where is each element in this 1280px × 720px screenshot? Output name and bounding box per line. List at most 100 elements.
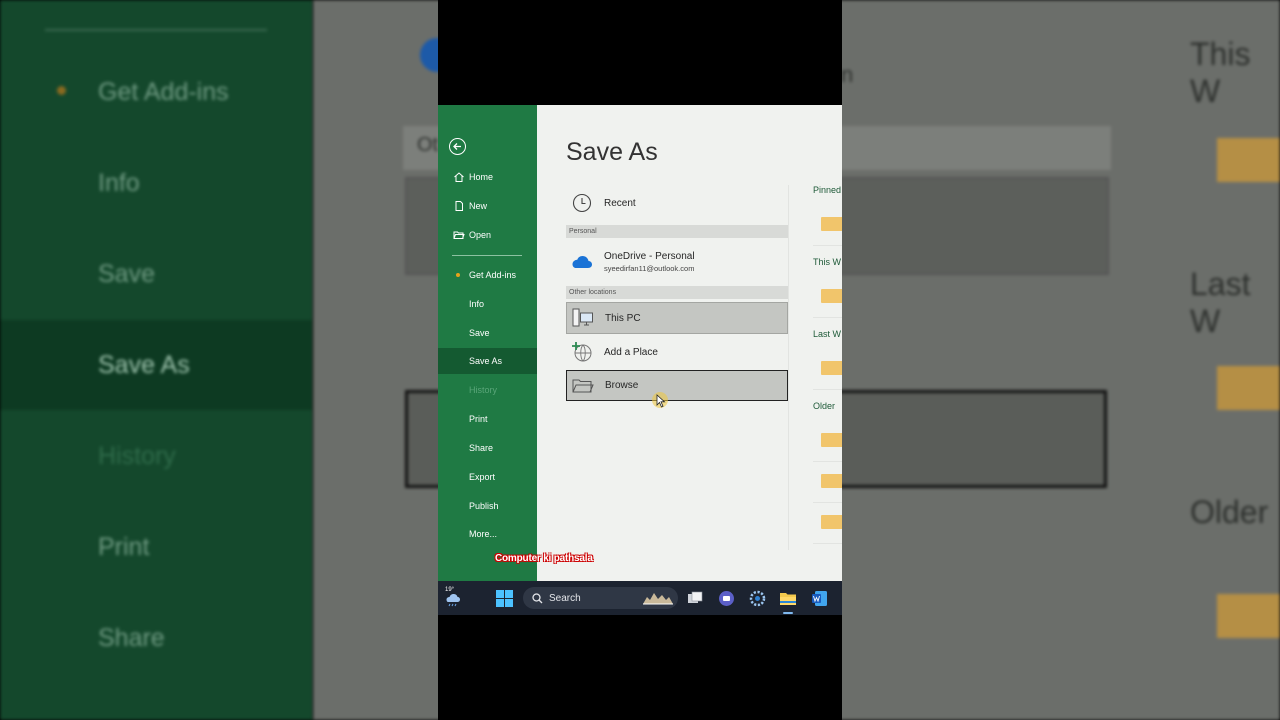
folder-open-icon — [571, 374, 595, 398]
nav-history-label: History — [469, 385, 498, 395]
this-week-divider — [813, 317, 842, 318]
onedrive-title: OneDrive - Personal — [604, 251, 695, 262]
last-week-divider — [813, 389, 842, 390]
bg-share: Share — [98, 624, 165, 652]
nav-export[interactable]: Export — [438, 464, 537, 490]
onedrive-email: syeedirfan11@outlook.com — [604, 264, 695, 273]
nav-publish[interactable]: Publish — [438, 493, 537, 519]
bg-fragment-n: n — [841, 62, 854, 87]
nav-share[interactable]: Share — [438, 435, 537, 461]
folder-icon[interactable] — [821, 515, 842, 529]
weather-temp: 19° — [445, 587, 455, 593]
nav-history: History — [438, 377, 537, 403]
windows-taskbar: 19° Search — [438, 581, 842, 615]
location-browse[interactable]: Browse — [566, 370, 788, 401]
older-divider-1 — [813, 461, 842, 462]
location-this-pc-label: This PC — [605, 312, 641, 324]
active-app-indicator — [783, 612, 793, 614]
pinned-divider — [813, 245, 842, 246]
group-header-other: Other locations — [566, 286, 788, 299]
save-as-panel: Save As Recent Personal OneDrive - Perso… — [537, 105, 842, 581]
screen-capture: Home New Open Get Add-ins Info Save Save… — [438, 0, 842, 720]
cloud-icon — [570, 250, 594, 274]
nav-separator — [452, 255, 522, 256]
nav-more-label: More... — [469, 529, 498, 539]
bg-older: Older — [1190, 494, 1269, 530]
nav-save-as-label: Save As — [469, 356, 503, 366]
nav-open[interactable]: Open — [438, 222, 537, 248]
this-week-header: This W — [813, 257, 841, 267]
nav-new-label: New — [469, 201, 488, 211]
column-divider — [788, 185, 789, 550]
nav-print-label: Print — [469, 414, 488, 424]
nav-save-as[interactable]: Save As — [438, 348, 537, 374]
new-document-icon — [452, 199, 466, 213]
video-frame: Get Add-ins Info Save Save As History Pr… — [0, 0, 1280, 720]
nav-open-label: Open — [469, 230, 492, 240]
home-icon — [452, 170, 466, 184]
taskbar-search-label: Search — [549, 592, 581, 604]
location-add-place[interactable]: Add a Place — [566, 338, 788, 366]
folder-icon[interactable] — [821, 289, 842, 303]
taskbar-search[interactable]: Search — [523, 587, 678, 609]
folder-icon[interactable] — [821, 361, 842, 375]
nav-export-label: Export — [469, 472, 496, 482]
search-icon — [532, 592, 543, 603]
excel-backstage: Home New Open Get Add-ins Info Save Save… — [438, 105, 842, 581]
bg-history: History — [98, 442, 176, 470]
windows-start-icon[interactable] — [495, 589, 513, 607]
location-browse-label: Browse — [605, 380, 639, 391]
older-header: Older — [813, 401, 836, 411]
folder-icon[interactable] — [821, 474, 842, 488]
folder-icon[interactable] — [821, 433, 842, 447]
teams-chat-icon[interactable] — [717, 589, 735, 607]
bg-print: Print — [98, 533, 150, 561]
pinned-header: Pinned — [813, 185, 842, 195]
bg-last-week: Last W — [1190, 266, 1251, 339]
nav-get-addins-label: Get Add-ins — [469, 270, 517, 280]
bg-save: Save — [98, 260, 155, 288]
nav-print[interactable]: Print — [438, 406, 537, 432]
nav-home-label: Home — [469, 172, 494, 182]
bg-save-as: Save As — [98, 351, 190, 379]
nav-save-label: Save — [469, 328, 490, 338]
location-recent-label: Recent — [604, 197, 636, 209]
location-recent[interactable]: Recent — [566, 190, 788, 216]
location-onedrive[interactable]: OneDrive - Personal syeedirfan11@outlook… — [566, 244, 788, 280]
older-divider-2 — [813, 502, 842, 503]
nav-get-addins[interactable]: Get Add-ins — [438, 262, 537, 288]
task-view-icon[interactable] — [686, 589, 704, 607]
globe-add-icon — [570, 340, 594, 364]
computer-icon — [571, 306, 595, 330]
bg-info: Info — [98, 169, 140, 197]
bg-this-week: This W — [1190, 36, 1251, 109]
group-header-personal: Personal — [566, 225, 788, 238]
back-arrow-icon[interactable] — [449, 138, 466, 155]
file-explorer-icon[interactable] — [779, 589, 797, 607]
backstage-nav: Home New Open Get Add-ins Info Save Save… — [438, 105, 537, 581]
nav-new[interactable]: New — [438, 193, 537, 219]
channel-watermark: Computer ki pathsala — [495, 553, 593, 564]
last-week-header: Last W — [813, 329, 842, 339]
nav-save[interactable]: Save — [438, 320, 537, 346]
word-app-icon[interactable] — [810, 589, 828, 607]
nav-publish-label: Publish — [469, 501, 499, 511]
folder-icon[interactable] — [821, 217, 842, 231]
nav-info[interactable]: Info — [438, 291, 537, 317]
bg-other-fragment: Ot — [417, 134, 439, 156]
nav-more[interactable]: More... — [438, 521, 537, 547]
nav-info-label: Info — [469, 299, 485, 309]
nav-share-label: Share — [469, 443, 494, 453]
location-this-pc[interactable]: This PC — [566, 302, 788, 334]
location-add-place-label: Add a Place — [604, 346, 658, 358]
older-divider-3 — [813, 543, 842, 544]
clock-icon — [570, 191, 594, 215]
nav-home[interactable]: Home — [438, 164, 537, 190]
open-folder-icon — [452, 228, 466, 242]
settings-gear-icon[interactable] — [748, 589, 766, 607]
blurred-backdrop-left: Get Add-ins Info Save Save As History Pr… — [0, 0, 313, 720]
bg-get-addins: Get Add-ins — [98, 78, 229, 106]
page-title: Save As — [566, 138, 658, 166]
mouse-pointer-icon — [656, 394, 666, 408]
search-highlight-icon — [643, 593, 673, 605]
